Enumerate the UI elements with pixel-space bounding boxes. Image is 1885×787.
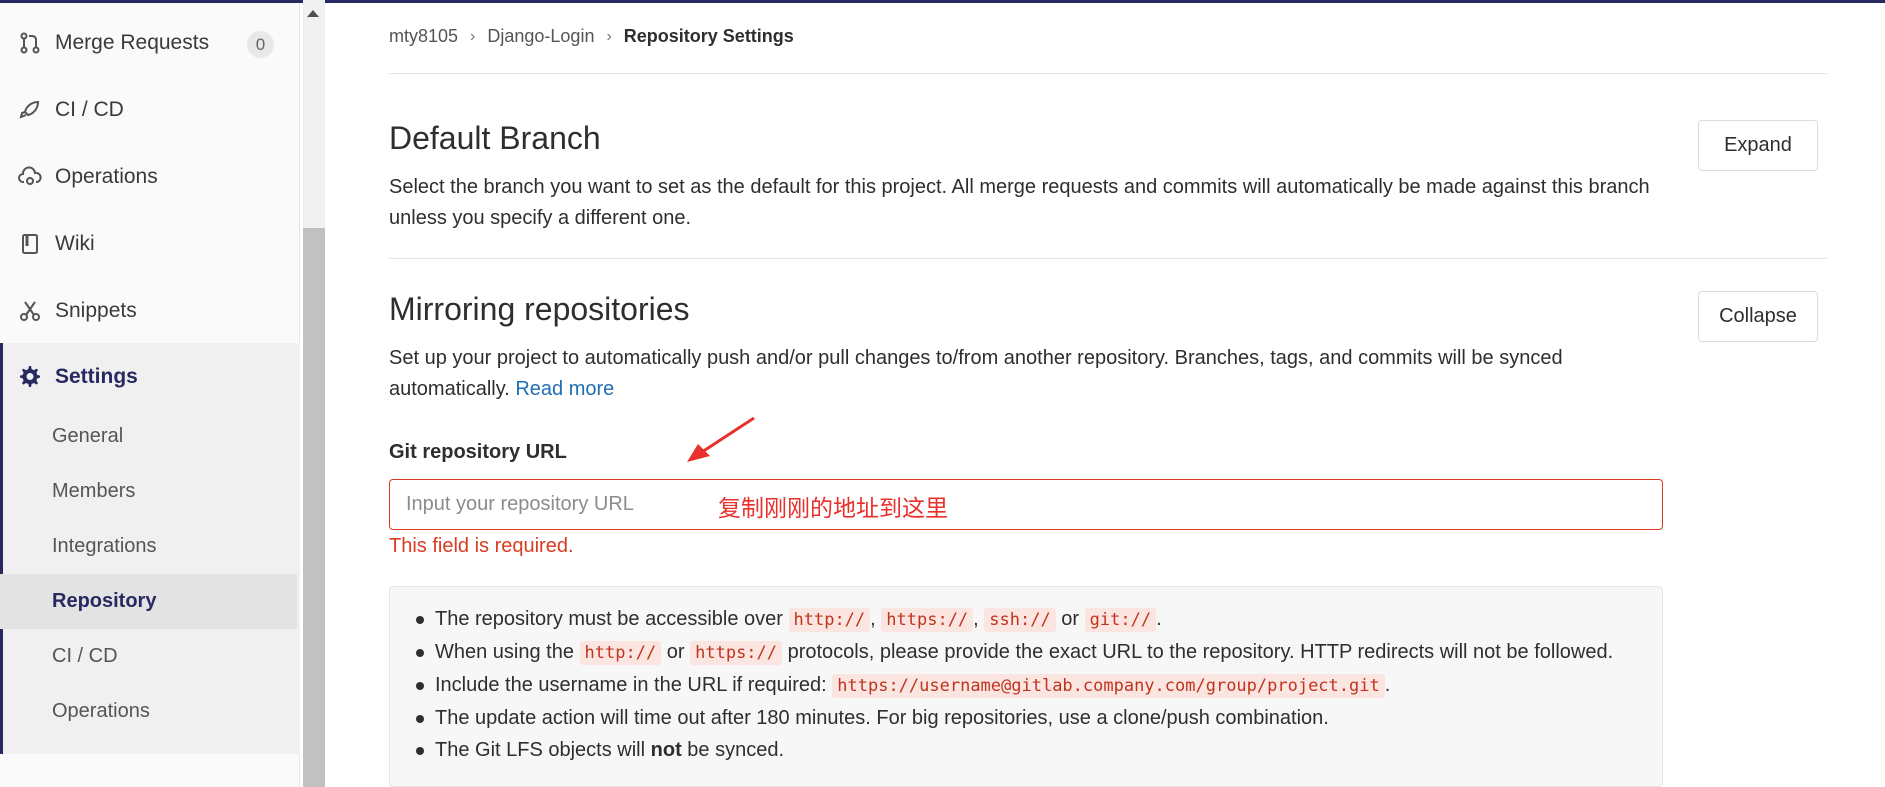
merge-request-icon [18,31,42,55]
settings-sub-operations[interactable]: Operations [0,684,297,739]
sidebar-scrollbar-thumb[interactable] [303,228,325,787]
mirroring-description: Set up your project to automatically pus… [389,343,1659,405]
list-item: When using the http:// or https:// proto… [416,636,1635,669]
info-text: The Git LFS objects will [435,739,646,761]
default-branch-description: Select the branch you want to set as the… [389,176,1650,229]
mirroring-title: Mirroring repositories [389,291,690,327]
sidebar-item-merge-requests[interactable]: Merge Requests 0 [0,9,300,76]
project-sidebar: Merge Requests 0 CI / CD Operations Wiki… [0,3,300,787]
chevron-right-icon: › [606,27,612,45]
git-repository-url-input[interactable] [389,479,1663,530]
collapse-button[interactable]: Collapse [1698,291,1818,342]
sidebar-item-operations[interactable]: Operations [0,143,300,210]
settings-sub-general[interactable]: General [0,409,297,464]
chevron-right-icon: › [470,27,476,45]
info-text: be synced. [687,739,785,761]
protocol-code: git:// [1084,608,1157,632]
settings-sub-members[interactable]: Members [0,464,297,519]
info-text: or [1061,608,1080,630]
section-divider [389,258,1827,259]
sidebar-item-label: Settings [55,364,138,388]
info-text: protocols, please provide the exact URL … [787,641,1614,663]
read-more-link[interactable]: Read more [515,378,614,400]
breadcrumb-divider [389,73,1827,74]
merge-requests-count-badge: 0 [247,31,274,58]
cloud-gear-icon [18,165,42,189]
settings-sub-ci-cd[interactable]: CI / CD [0,629,297,684]
list-item: The update action will time out after 18… [416,702,1635,734]
list-item: Include the username in the URL if requi… [416,669,1635,702]
settings-sub-integrations[interactable]: Integrations [0,519,297,574]
info-text: When using the [435,641,574,663]
sidebar-item-wiki[interactable]: Wiki [0,210,300,277]
field-error-message: This field is required. [389,535,574,557]
sidebar-item-ci-cd[interactable]: CI / CD [0,76,300,143]
sidebar-item-label: Merge Requests [55,30,210,54]
annotation-arrow-icon [687,416,755,462]
protocol-code: ssh:// [984,608,1056,632]
scroll-up-arrow-icon[interactable] [307,10,319,17]
sidebar-item-label: Snippets [55,298,137,322]
protocol-code: http:// [788,608,871,632]
protocol-code: https:// [690,641,783,665]
annotation-text: 复制刚刚的地址到这里 [718,496,948,522]
default-branch-title: Default Branch [389,120,601,156]
protocol-code: https:// [881,608,974,632]
book-icon [18,232,42,256]
breadcrumb-namespace[interactable]: mty8105 [389,26,458,47]
sidebar-item-snippets[interactable]: Snippets [0,277,300,344]
protocol-code: http:// [579,641,662,665]
info-text: or [666,641,685,663]
url-example-code: https://username@gitlab.company.com/grou… [832,674,1385,698]
breadcrumb: mty8105 › Django-Login › Repository Sett… [389,26,794,47]
list-item: The Git LFS objects will not be synced. [416,734,1635,766]
info-text: The repository must be accessible over [435,608,783,630]
sidebar-item-label: Operations [55,164,158,188]
list-item: The repository must be accessible over h… [416,603,1635,636]
expand-button[interactable]: Expand [1698,120,1818,171]
sidebar-item-settings[interactable]: Settings [0,343,300,410]
sidebar-item-label: Wiki [55,231,95,255]
breadcrumb-current-page[interactable]: Repository Settings [624,26,794,47]
info-emphasis: not [650,739,682,761]
git-repository-url-label: Git repository URL [389,441,567,463]
rocket-icon [18,98,42,122]
gear-icon [18,365,42,389]
info-text: Include the username in the URL if requi… [435,674,827,696]
sidebar-item-label: CI / CD [55,97,124,121]
settings-sub-repository[interactable]: Repository [0,574,297,629]
scissors-icon [18,299,42,323]
mirroring-info-list: The repository must be accessible over h… [416,603,1635,766]
breadcrumb-project[interactable]: Django-Login [487,26,594,47]
